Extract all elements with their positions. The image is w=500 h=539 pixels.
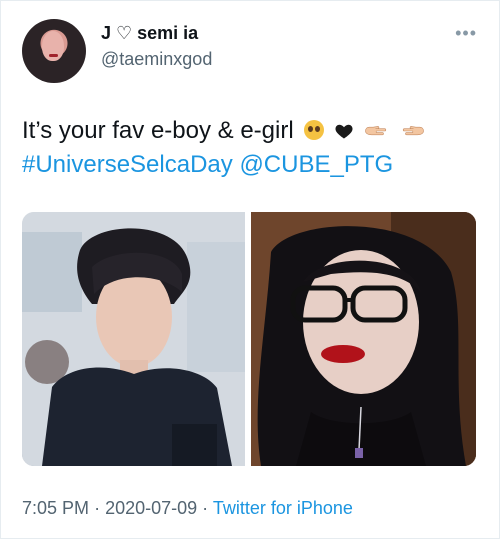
meta-separator: ·	[94, 498, 101, 518]
photo-left[interactable]	[22, 212, 245, 466]
pleading-face-icon	[304, 120, 325, 140]
user-handle[interactable]: @taeminxgod	[101, 49, 212, 70]
photo-right-illustration	[251, 212, 476, 466]
tweet-card: J ♡ semi ia @taeminxgod ••• It’s your fa…	[0, 0, 500, 539]
pointing-left-hand-icon	[403, 126, 425, 136]
hashtag-link[interactable]: #UniverseSelcaDay	[22, 151, 233, 178]
avatar-lips	[49, 54, 58, 57]
tweet-time[interactable]: 7:05 PM	[22, 498, 89, 518]
tweet-text: It’s your fav e-boy & e-girl	[22, 117, 294, 144]
avatar[interactable]	[22, 19, 86, 83]
mention-link[interactable]: @CUBE_PTG	[239, 151, 393, 178]
tweet-meta: 7:05 PM · 2020-07-09 · Twitter for iPhon…	[22, 498, 353, 519]
tweet-source-link[interactable]: Twitter for iPhone	[213, 498, 353, 518]
more-horizontal-icon[interactable]: •••	[455, 23, 477, 44]
display-name[interactable]: J ♡ semi ia	[101, 23, 198, 44]
photo-right[interactable]	[251, 212, 476, 466]
tweet-links-line: #UniverseSelcaDay @CUBE_PTG	[22, 151, 393, 179]
tweet-date[interactable]: 2020-07-09	[105, 498, 197, 518]
pointing-right-hand-icon	[364, 126, 386, 136]
meta-separator: ·	[202, 498, 209, 518]
black-heart-icon	[335, 124, 353, 139]
user-name-row[interactable]: J ♡ semi ia	[101, 23, 198, 44]
photo-grid	[22, 212, 476, 466]
photo-left-illustration	[22, 212, 245, 466]
tweet-text-line: It’s your fav e-boy & e-girl	[22, 117, 425, 145]
